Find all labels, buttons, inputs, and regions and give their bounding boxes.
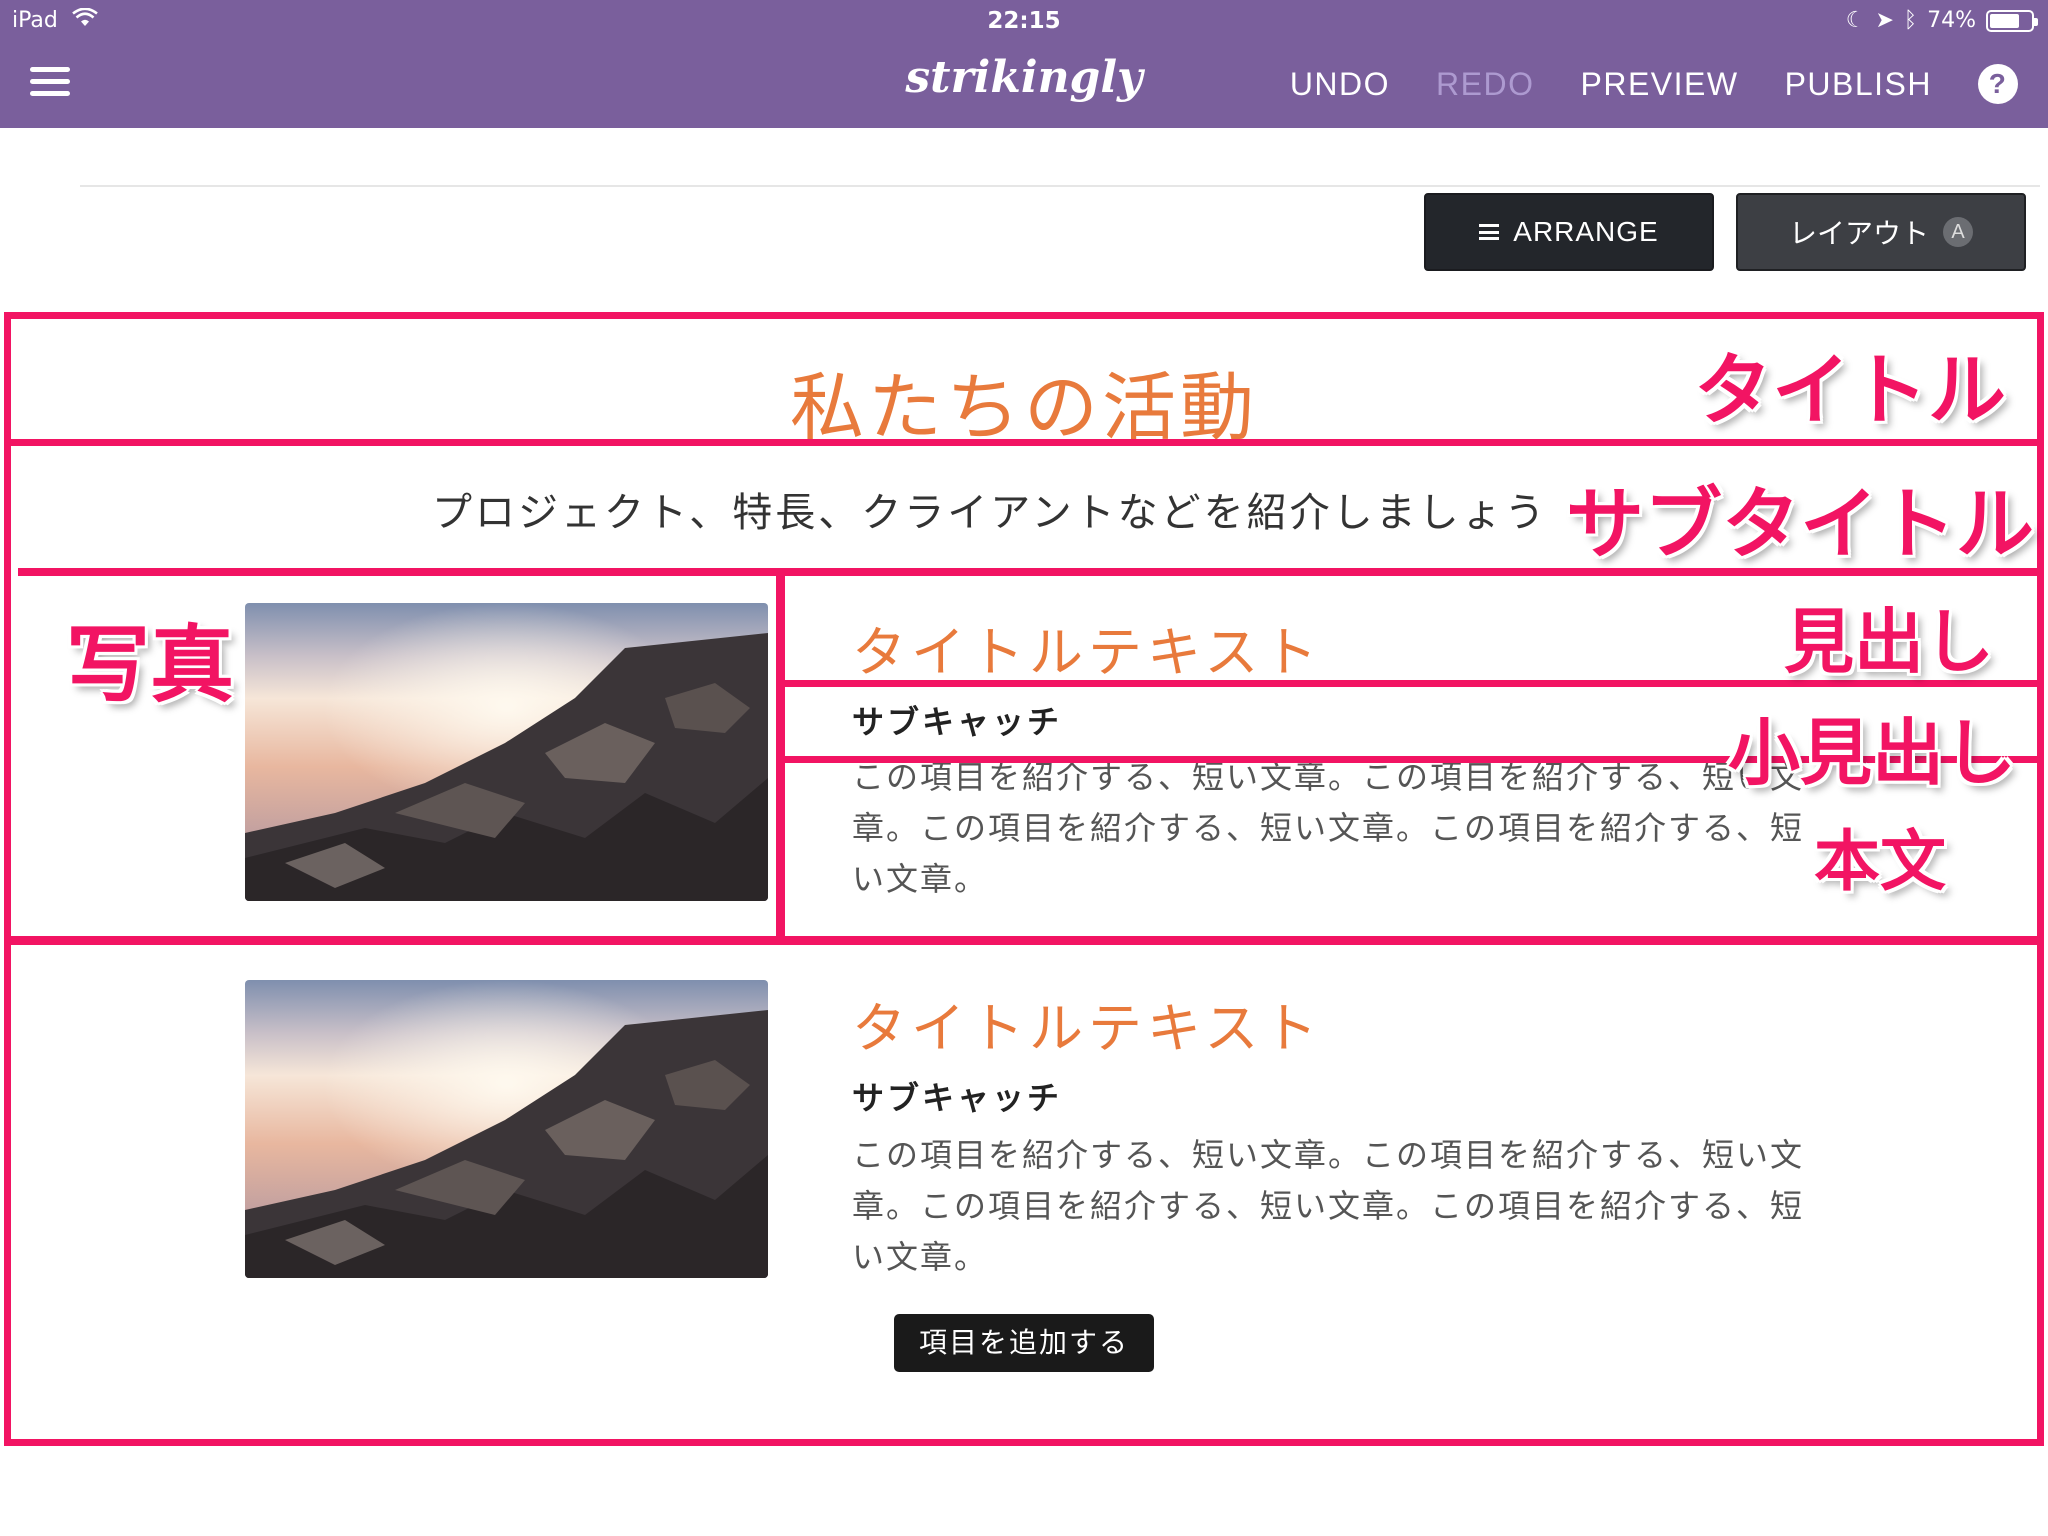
list-icon bbox=[1479, 224, 1500, 240]
location-arrow-icon: ➤ bbox=[1875, 8, 1894, 33]
item-photo[interactable] bbox=[245, 980, 768, 1278]
battery-fill bbox=[1990, 13, 2019, 28]
add-item-button[interactable]: 項目を追加する bbox=[894, 1314, 1154, 1372]
bluetooth-icon: ᛒ bbox=[1903, 8, 1918, 33]
arrange-label: ARRANGE bbox=[1513, 216, 1659, 247]
battery-percent: 74% bbox=[1927, 8, 1976, 33]
preview-button[interactable]: PREVIEW bbox=[1580, 66, 1738, 103]
annotation-line-item bbox=[8, 936, 2040, 945]
annotation-line-vertical bbox=[776, 576, 785, 938]
annotation-subheading-label: 小見出し bbox=[1728, 711, 2017, 795]
battery-icon bbox=[1986, 9, 2038, 32]
item-title[interactable]: タイトルテキスト bbox=[852, 608, 1322, 687]
hamburger-menu-icon[interactable] bbox=[30, 67, 70, 99]
seascape-rocks-image bbox=[245, 603, 768, 901]
item-body[interactable]: この項目を紹介する、短い文章。この項目を紹介する、短い文章。この項目を紹介する、… bbox=[852, 1130, 1812, 1283]
arrange-button[interactable]: ARRANGE bbox=[1424, 193, 1714, 271]
moon-icon: ☾ bbox=[1845, 8, 1866, 33]
annotation-subtitle-label: サブタイトル bbox=[1566, 480, 2035, 570]
layout-badge: A bbox=[1943, 217, 1973, 247]
publish-button[interactable]: PUBLISH bbox=[1785, 66, 1932, 103]
layout-label: レイアウト bbox=[1788, 218, 1929, 249]
section-divider bbox=[80, 185, 2040, 187]
help-icon[interactable]: ? bbox=[1978, 64, 2018, 104]
layout-button[interactable]: レイアウト A bbox=[1736, 193, 2026, 271]
redo-button[interactable]: REDO bbox=[1436, 66, 1534, 103]
item-body[interactable]: この項目を紹介する、短い文章。この項目を紹介する、短い文章。この項目を紹介する、… bbox=[852, 752, 1812, 905]
annotation-photo-label: 写真 bbox=[66, 616, 235, 714]
annotation-title-label: タイトル bbox=[1694, 346, 2007, 436]
status-right: ☾ ➤ ᛒ 74% bbox=[1845, 8, 2038, 33]
section-subtitle[interactable]: プロジェクト、特長、クライアントなどを紹介しましょう bbox=[432, 480, 1548, 538]
undo-button[interactable]: UNDO bbox=[1290, 66, 1390, 103]
annotation-body-label: 本文 bbox=[1814, 823, 1946, 900]
item-subcatch[interactable]: サブキャッチ bbox=[852, 697, 1062, 743]
status-time: 22:15 bbox=[987, 8, 1061, 34]
item-subcatch[interactable]: サブキャッチ bbox=[852, 1073, 1062, 1119]
app-toolbar: iPad 22:15 ☾ ➤ ᛒ 74% strikingly UNDO RED… bbox=[0, 0, 2048, 128]
status-bar: iPad 22:15 ☾ ➤ ᛒ 74% bbox=[0, 0, 2048, 40]
item-photo[interactable] bbox=[245, 603, 768, 901]
seascape-rocks-image bbox=[245, 980, 768, 1278]
annotation-heading-label: 見出し bbox=[1784, 601, 1994, 683]
toolbar-nav: UNDO REDO PREVIEW PUBLISH ? bbox=[1244, 62, 2048, 106]
item-title[interactable]: タイトルテキスト bbox=[852, 984, 1322, 1063]
